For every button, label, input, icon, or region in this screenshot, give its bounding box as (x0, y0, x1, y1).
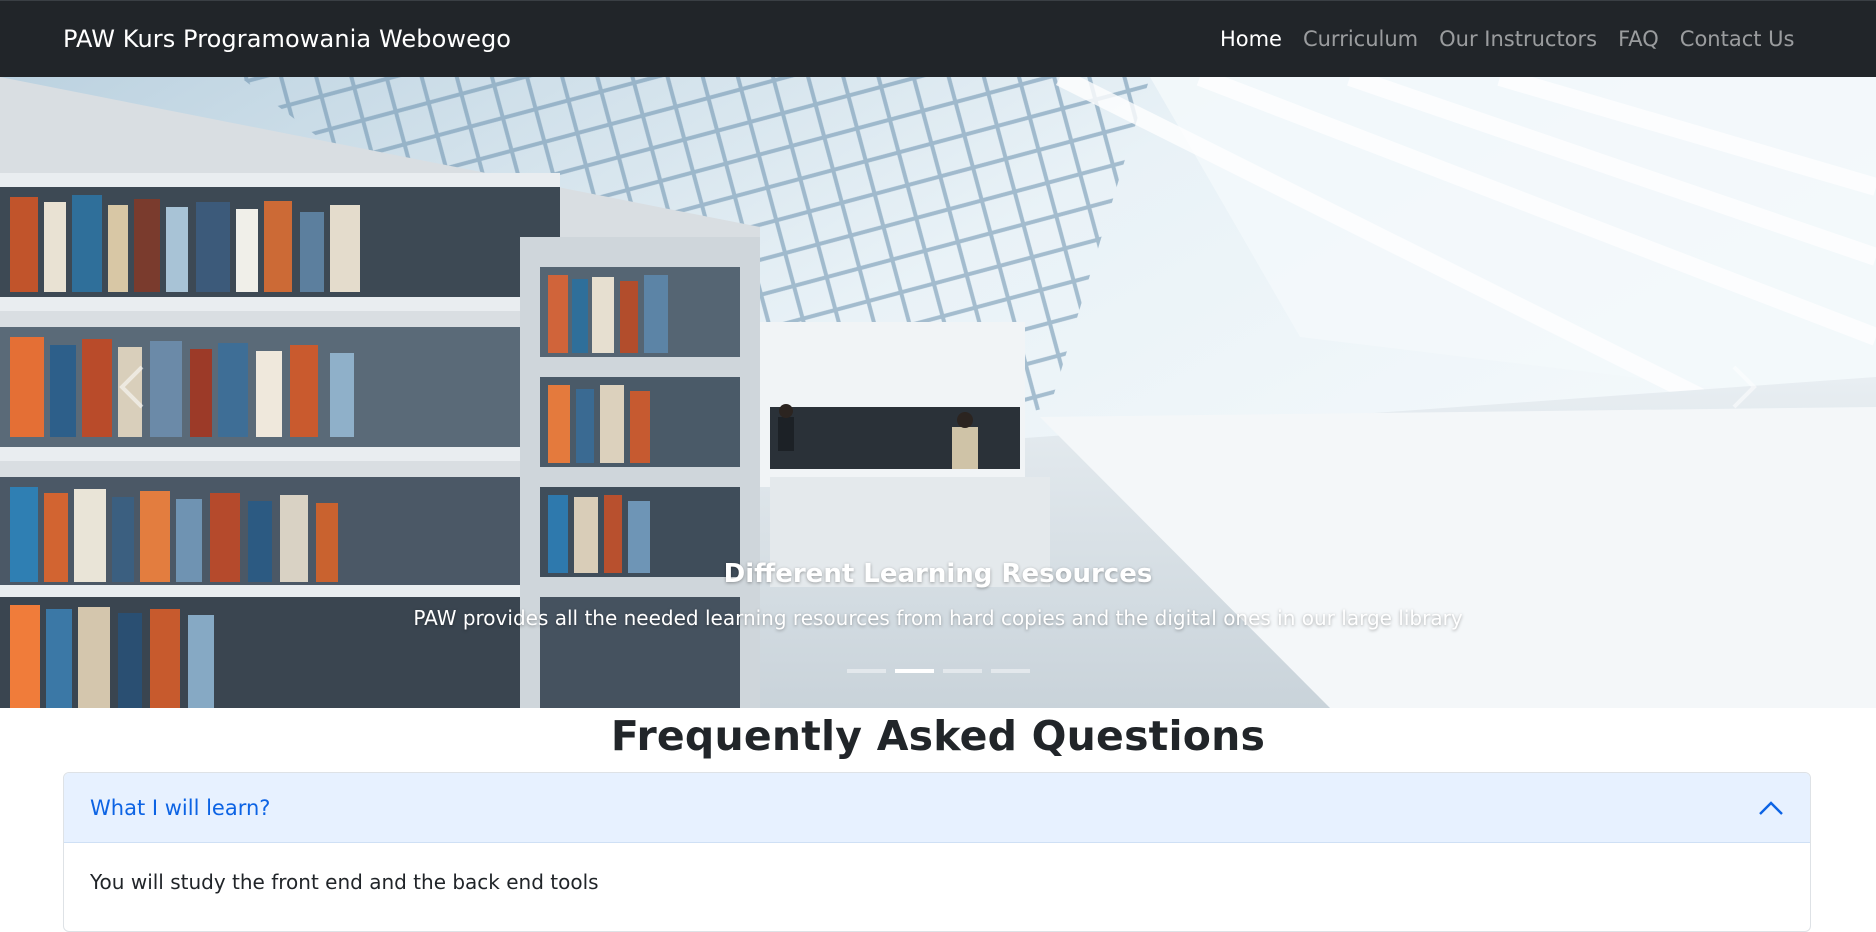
navbar-brand[interactable]: PAW Kurs Programowania Webowego (63, 25, 511, 53)
faq-item-header[interactable]: What I will learn? (64, 773, 1810, 843)
faq-accordion: What I will learn? You will study the fr… (63, 772, 1811, 932)
nav-link-curriculum[interactable]: Curriculum (1292, 27, 1428, 51)
faq-title: Frequently Asked Questions (610, 712, 1266, 760)
carousel-caption-text: PAW provides all the needed learning res… (413, 606, 1463, 630)
navbar: PAW Kurs Programowania Webowego Home Cur… (0, 0, 1876, 77)
carousel-indicator-4[interactable] (990, 669, 1030, 673)
hero-carousel: Different Learning Resources PAW provide… (0, 77, 1876, 708)
carousel-prev-button[interactable] (92, 347, 172, 427)
chevron-left-icon (119, 365, 144, 409)
nav-links: Home Curriculum Our Instructors FAQ Cont… (1209, 27, 1805, 51)
carousel-next-button[interactable] (1704, 347, 1784, 427)
carousel-indicator-1[interactable] (846, 669, 886, 673)
carousel-caption: Different Learning Resources PAW provide… (0, 559, 1876, 630)
faq-answer: You will study the front end and the bac… (90, 870, 599, 894)
carousel-caption-title: Different Learning Resources (723, 559, 1153, 589)
nav-link-contact-us[interactable]: Contact Us (1669, 27, 1805, 51)
carousel-indicators (0, 669, 1876, 673)
carousel-indicator-2[interactable] (894, 669, 934, 673)
nav-link-our-instructors[interactable]: Our Instructors (1429, 27, 1608, 51)
nav-link-faq[interactable]: FAQ (1608, 27, 1670, 51)
chevron-up-icon (1759, 800, 1783, 815)
chevron-right-icon (1732, 365, 1757, 409)
faq-question: What I will learn? (90, 795, 271, 820)
carousel-indicator-3[interactable] (942, 669, 982, 673)
nav-link-home[interactable]: Home (1209, 27, 1292, 51)
